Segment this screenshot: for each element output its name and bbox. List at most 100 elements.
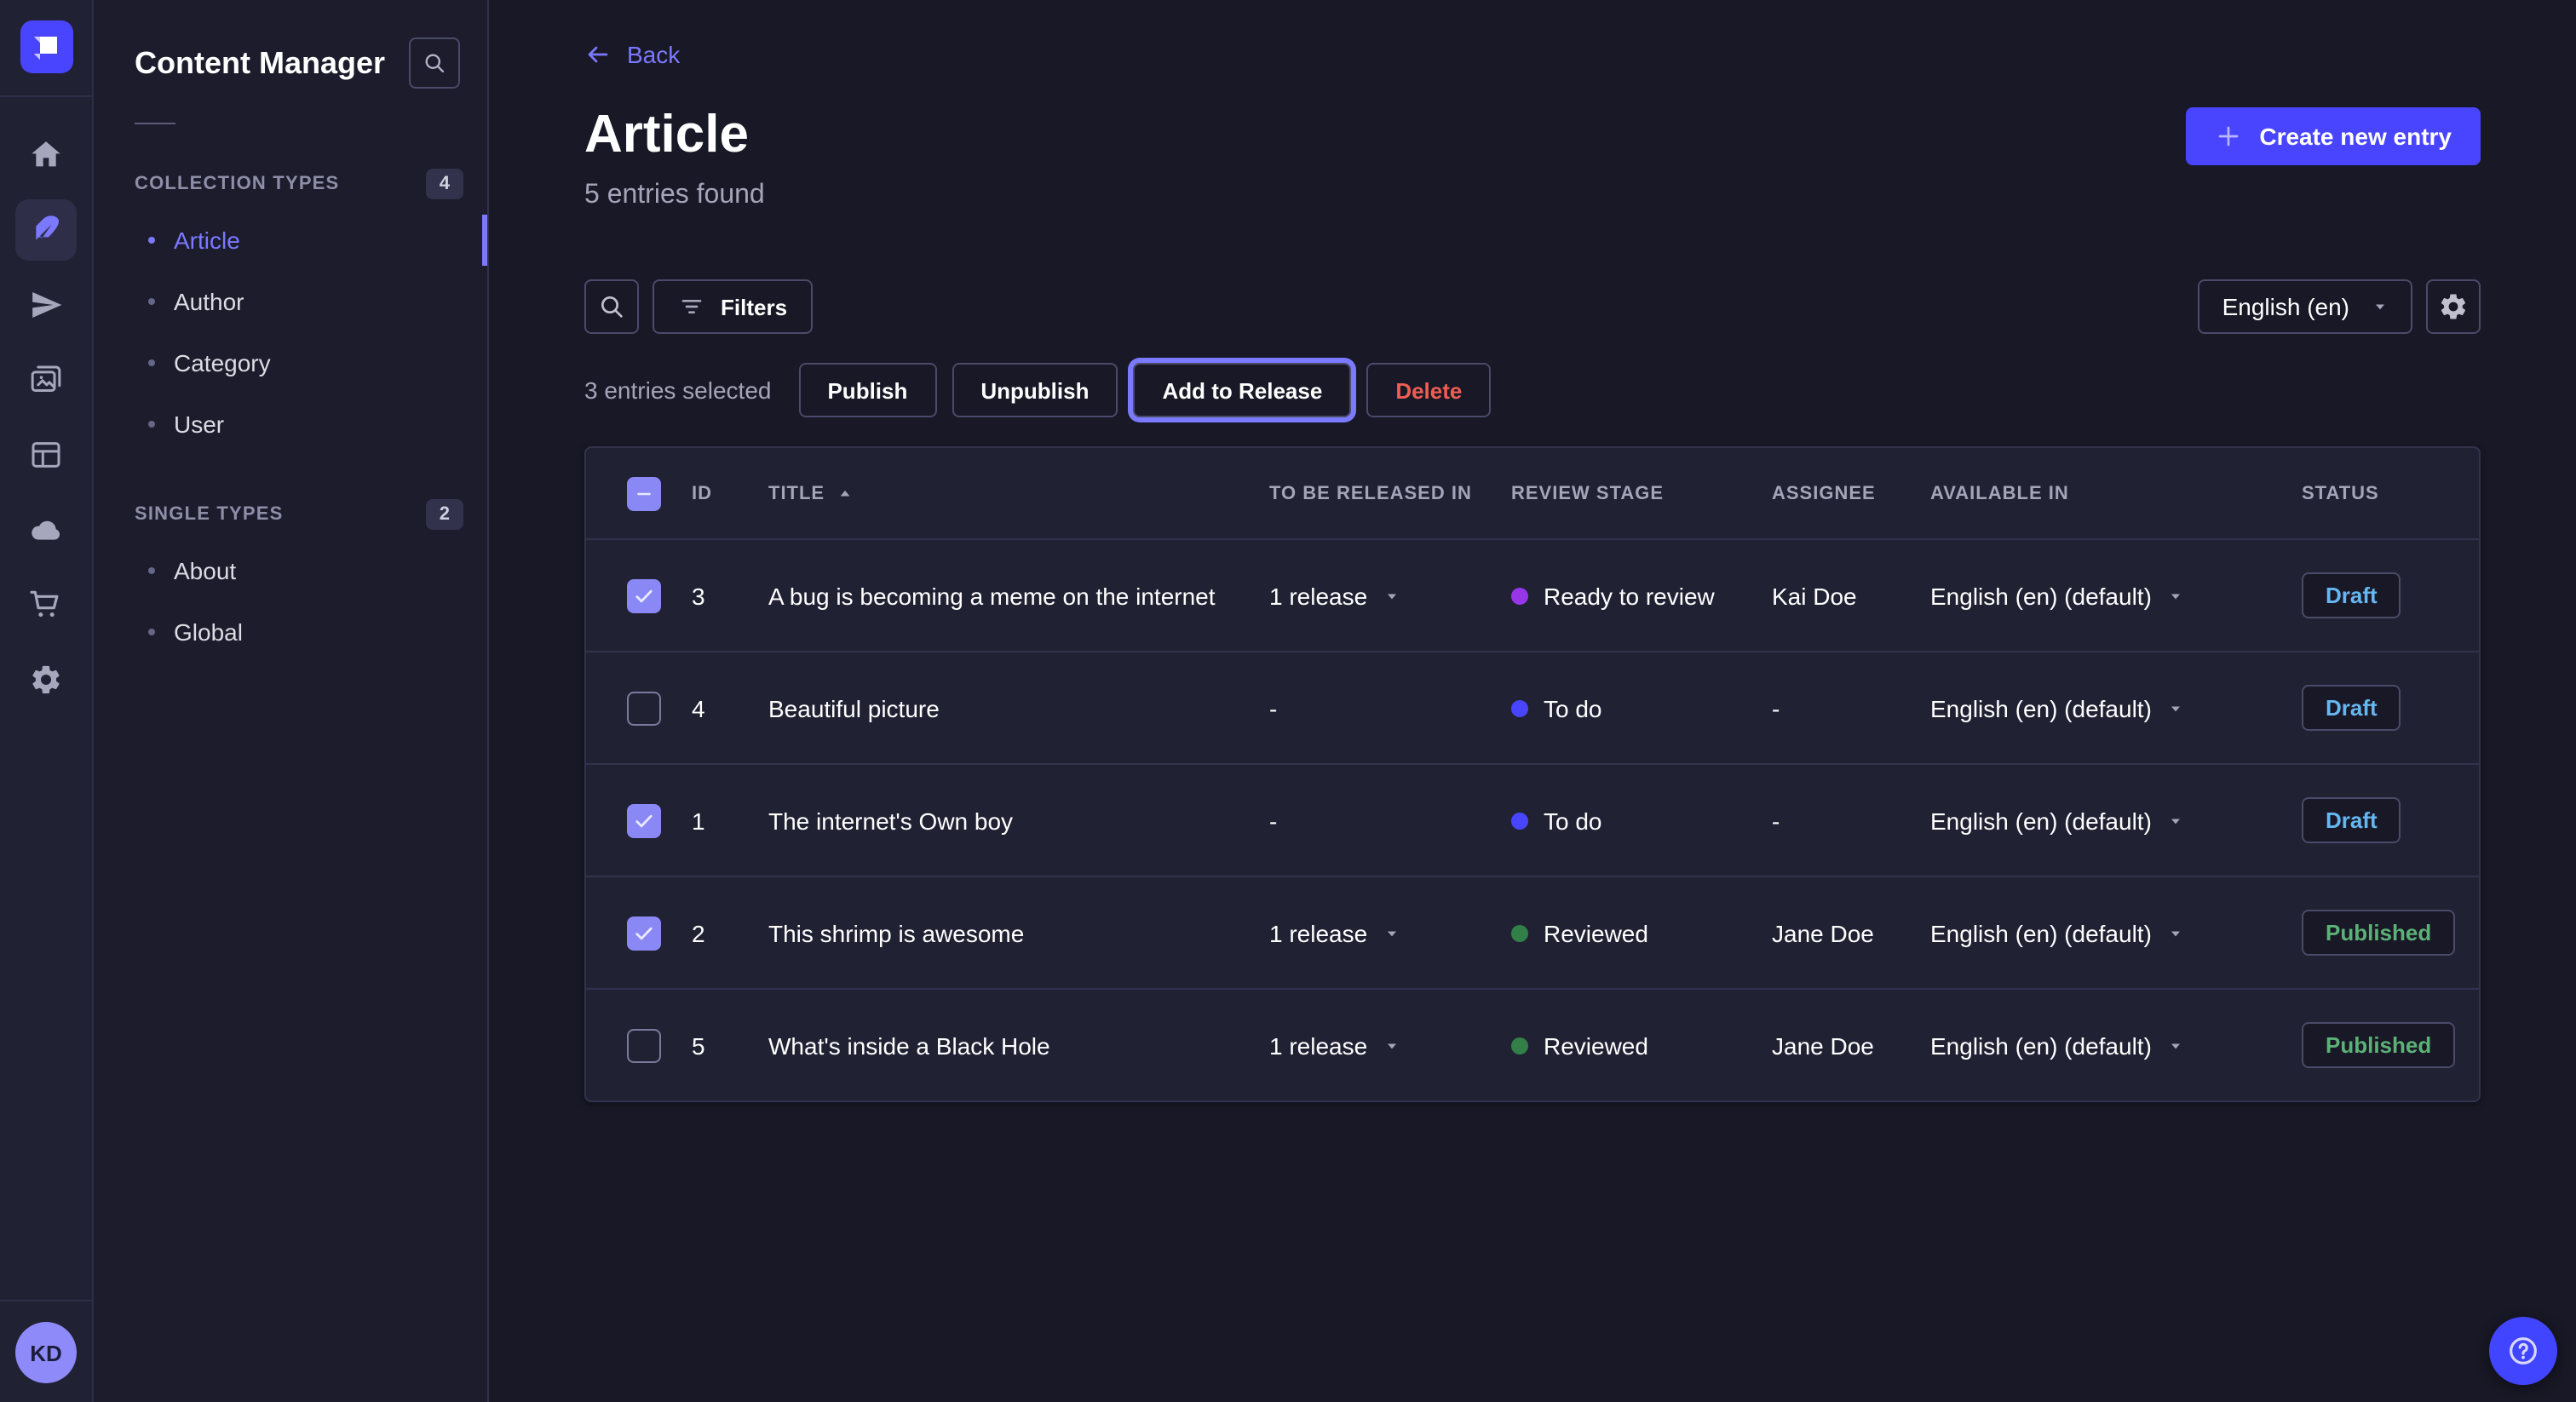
sidebar-item-category[interactable]: Category	[94, 332, 487, 394]
selection-actions: Publish Unpublish Add to Release Delete	[798, 363, 1491, 417]
stage-dot-icon	[1511, 1037, 1528, 1054]
sort-asc-icon[interactable]	[837, 485, 854, 502]
cell-release[interactable]: 1 release	[1269, 919, 1511, 946]
send-icon	[29, 288, 63, 322]
selection-count: 3 entries selected	[584, 376, 771, 404]
row-checkbox[interactable]	[627, 691, 661, 725]
column-header-to-be-released-in[interactable]: TO BE RELEASED IN	[1269, 483, 1511, 503]
rail-item-home[interactable]	[15, 124, 77, 186]
cell-release[interactable]: 1 release	[1269, 582, 1511, 609]
table-row: 4Beautiful picture-To do-English (en) (d…	[586, 651, 2479, 763]
add-to-release-button[interactable]: Add to Release	[1133, 363, 1351, 417]
chevron-down-icon	[1383, 924, 1400, 941]
cell-release[interactable]: 1 release	[1269, 1031, 1511, 1059]
rail-item-media-library[interactable]	[15, 349, 77, 411]
column-header-title[interactable]: TITLE	[768, 483, 1269, 503]
cell-release: -	[1269, 807, 1511, 834]
rail-item-marketplace[interactable]	[15, 574, 77, 635]
help-button[interactable]	[2489, 1317, 2557, 1385]
rail-item-deploy[interactable]	[15, 499, 77, 560]
create-new-entry-label: Create new entry	[2259, 123, 2452, 150]
cell-id: 4	[692, 694, 768, 721]
sidebar-item-about[interactable]: About	[94, 540, 487, 601]
rail-bottom: KD	[0, 1300, 92, 1402]
sidebar-divider	[135, 123, 175, 124]
row-checkbox[interactable]	[627, 803, 661, 837]
layout-icon	[29, 438, 63, 472]
sidebar-item-user[interactable]: User	[94, 394, 487, 455]
publish-button[interactable]: Publish	[798, 363, 936, 417]
rail-item-content-type-builder[interactable]	[15, 424, 77, 486]
avatar[interactable]: KD	[15, 1322, 77, 1383]
rail-divider	[0, 95, 92, 97]
cell-title: A bug is becoming a meme on the internet	[768, 582, 1269, 609]
bullet-icon	[148, 359, 155, 366]
cell-status: Published	[2302, 1022, 2479, 1068]
sidebar-search-button[interactable]	[409, 37, 460, 89]
check-icon	[632, 808, 656, 832]
bullet-icon	[148, 298, 155, 305]
search-icon	[598, 293, 625, 320]
rail-item-releases[interactable]	[15, 274, 77, 336]
app-window: KD Content Manager COLLECTION TYPES4Arti…	[0, 0, 2576, 1402]
rail-item-settings[interactable]	[15, 649, 77, 710]
select-all-checkbox[interactable]	[627, 476, 661, 510]
section-label: SINGLE TYPES	[135, 504, 284, 525]
column-header-assignee[interactable]: ASSIGNEE	[1772, 483, 1930, 503]
unpublish-button[interactable]: Unpublish	[952, 363, 1118, 417]
arrow-left-icon	[584, 41, 612, 68]
cell-available-in[interactable]: English (en) (default)	[1930, 919, 2302, 946]
cell-available-in[interactable]: English (en) (default)	[1930, 1031, 2302, 1059]
sidebar-item-label: User	[174, 411, 224, 438]
active-indicator	[482, 215, 487, 266]
page-header: Article 5 entries found Create new entry	[584, 104, 2481, 211]
create-new-entry-button[interactable]: Create new entry	[2186, 107, 2481, 165]
column-header-status[interactable]: STATUS	[2302, 483, 2479, 503]
status-badge: Published	[2302, 910, 2455, 956]
chevron-down-icon	[2167, 924, 2184, 941]
row-checkbox[interactable]	[627, 1028, 661, 1062]
sidebar-item-article[interactable]: Article	[94, 210, 487, 271]
images-icon	[29, 363, 63, 397]
cell-available-in[interactable]: English (en) (default)	[1930, 807, 2302, 834]
locale-select[interactable]: English (en)	[2199, 279, 2412, 334]
cell-available-in[interactable]: English (en) (default)	[1930, 694, 2302, 721]
entries-table: ID TITLE TO BE RELEASED IN REVIEW STAGE …	[584, 446, 2481, 1102]
table-row: 5What's inside a Black Hole1 releaseRevi…	[586, 988, 2479, 1100]
cell-status: Draft	[2302, 797, 2479, 843]
cell-title: The internet's Own boy	[768, 807, 1269, 834]
row-checkbox[interactable]	[627, 578, 661, 612]
sidebar-item-global[interactable]: Global	[94, 601, 487, 663]
page-title: Article	[584, 104, 765, 165]
column-header-available-in[interactable]: AVAILABLE IN	[1930, 483, 2302, 503]
cell-available-in[interactable]: English (en) (default)	[1930, 582, 2302, 609]
cell-title: What's inside a Black Hole	[768, 1031, 1269, 1059]
selection-bar: 3 entries selected Publish Unpublish Add t…	[584, 363, 2481, 417]
table-search-button[interactable]	[584, 279, 639, 334]
column-header-id[interactable]: ID	[692, 483, 768, 503]
sidebar-item-author[interactable]: Author	[94, 271, 487, 332]
table-row: 1The internet's Own boy-To do-English (e…	[586, 763, 2479, 876]
gear-icon	[2438, 291, 2469, 322]
section-header: SINGLE TYPES2	[94, 499, 487, 530]
search-icon	[423, 51, 446, 75]
rail-item-content-manager[interactable]	[15, 199, 77, 261]
view-settings-button[interactable]	[2426, 279, 2481, 334]
table-row: 2This shrimp is awesome1 releaseReviewed…	[586, 876, 2479, 988]
filters-button[interactable]: Filters	[653, 279, 813, 334]
chevron-down-icon	[1383, 587, 1400, 604]
column-header-review-stage[interactable]: REVIEW STAGE	[1511, 483, 1772, 503]
status-badge: Draft	[2302, 797, 2401, 843]
bullet-icon	[148, 629, 155, 635]
sidebar-item-label: Category	[174, 349, 271, 376]
row-checkbox[interactable]	[627, 916, 661, 950]
delete-button[interactable]: Delete	[1366, 363, 1491, 417]
strapi-logo[interactable]	[20, 20, 72, 73]
stage-dot-icon	[1511, 587, 1528, 604]
gear-icon	[29, 663, 63, 697]
back-link[interactable]: Back	[584, 41, 680, 68]
strapi-logo-icon	[20, 20, 72, 73]
sidebar-item-label: Author	[174, 288, 244, 315]
cell-title: Beautiful picture	[768, 694, 1269, 721]
cell-id: 2	[692, 919, 768, 946]
